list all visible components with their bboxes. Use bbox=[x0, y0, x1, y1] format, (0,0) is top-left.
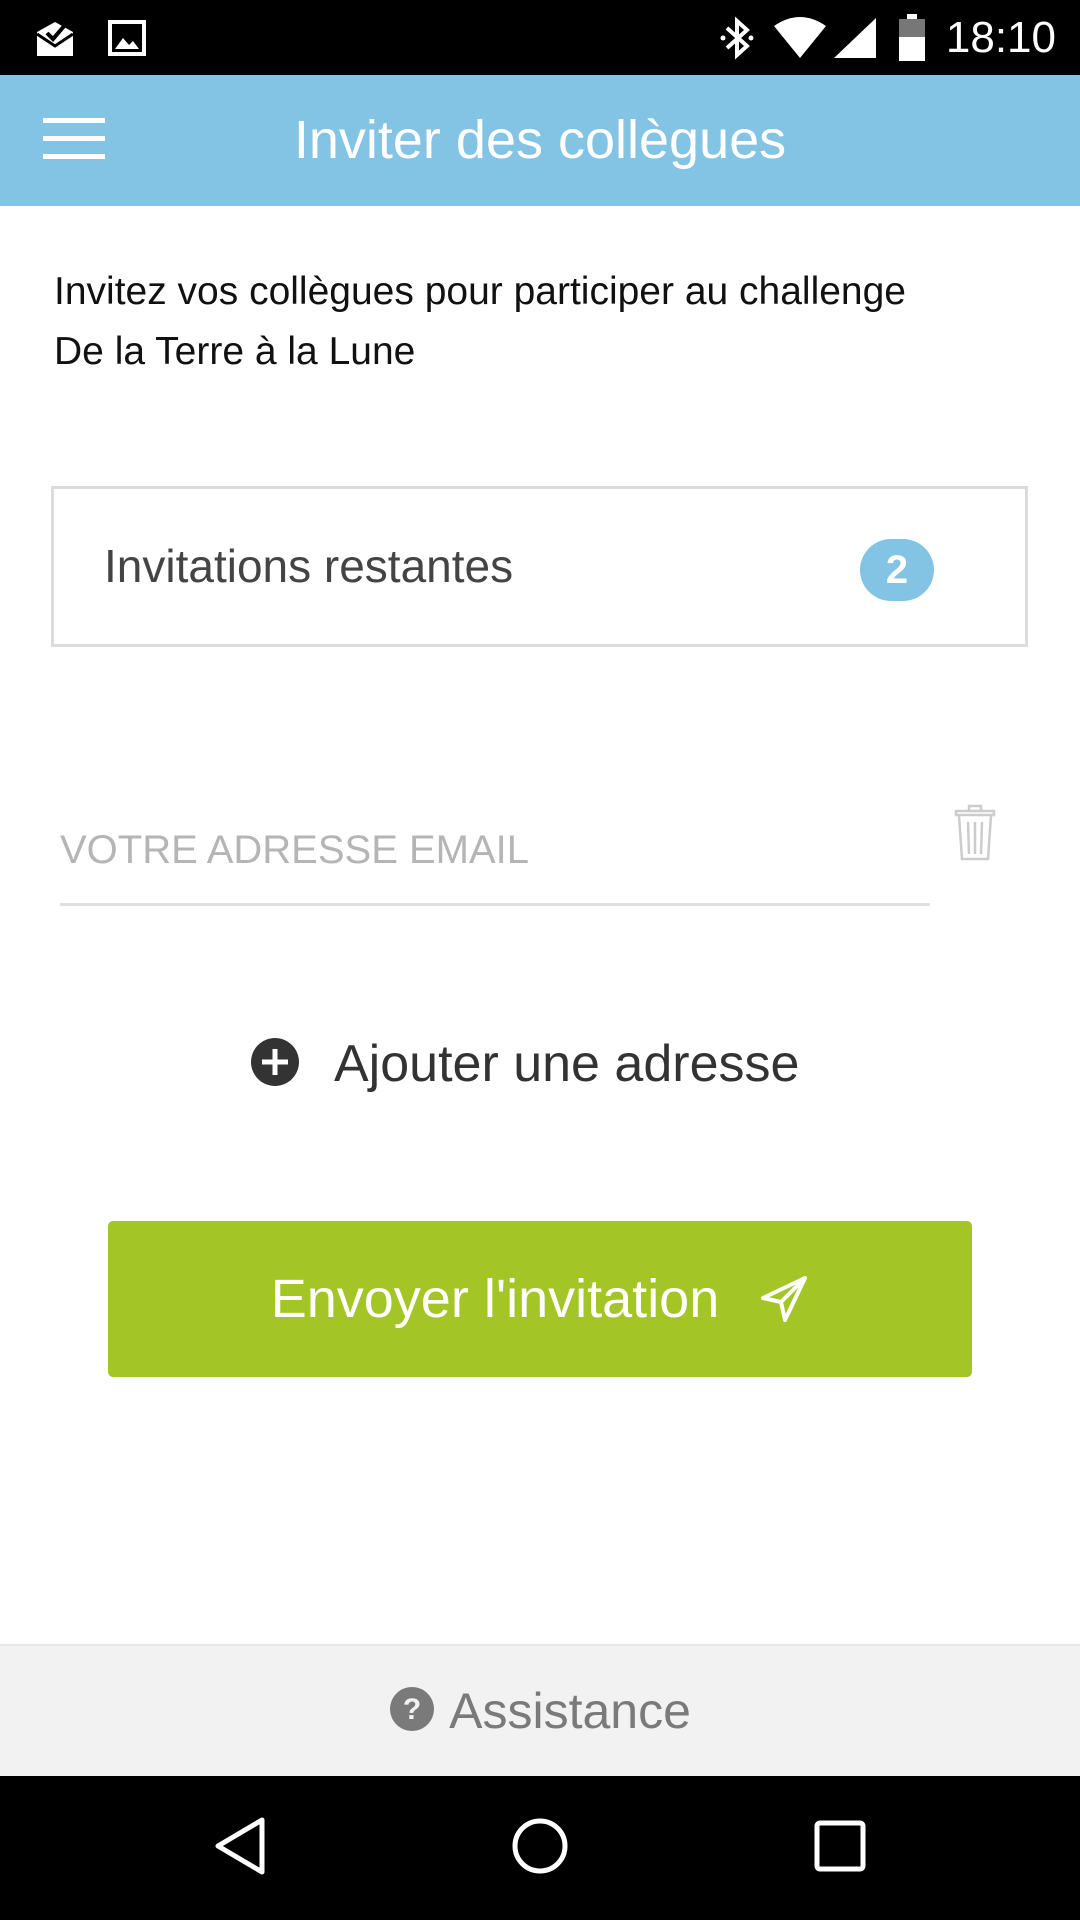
image-icon bbox=[104, 0, 150, 75]
invitations-label: Invitations restantes bbox=[104, 540, 514, 592]
home-icon bbox=[511, 1817, 569, 1880]
add-address-button[interactable]: Ajouter une adresse bbox=[250, 1025, 799, 1103]
menu-button[interactable] bbox=[28, 105, 120, 177]
battery-icon bbox=[892, 0, 932, 75]
send-invitation-label: Envoyer l'invitation bbox=[270, 1269, 720, 1329]
status-bar: 18:10 bbox=[0, 0, 1080, 75]
recents-button[interactable] bbox=[775, 1776, 905, 1920]
mail-check-icon bbox=[30, 0, 80, 75]
bluetooth-icon bbox=[712, 0, 762, 75]
svg-text:?: ? bbox=[403, 1693, 421, 1726]
back-button[interactable] bbox=[175, 1776, 305, 1920]
assistance-label: Assistance bbox=[449, 1683, 691, 1739]
intro-line-1: Invitez vos collègues pour participer au… bbox=[54, 270, 907, 313]
navigation-bar bbox=[0, 1776, 1080, 1920]
plus-circle-icon bbox=[250, 1037, 300, 1092]
invitations-card: Invitations restantes 2 bbox=[51, 486, 1028, 647]
recents-icon bbox=[814, 1820, 866, 1877]
home-button[interactable] bbox=[475, 1776, 605, 1920]
trash-icon bbox=[953, 804, 997, 867]
hamburger-menu-icon bbox=[43, 116, 105, 167]
wifi-icon bbox=[770, 0, 830, 75]
paper-plane-icon bbox=[759, 1274, 809, 1324]
question-circle-icon: ? bbox=[389, 1686, 435, 1737]
assistance-button[interactable]: ? Assistance bbox=[0, 1644, 1080, 1776]
page-title: Inviter des collègues bbox=[293, 110, 787, 170]
intro-line-2: De la Terre à la Lune bbox=[54, 330, 416, 373]
cellular-signal-icon bbox=[830, 0, 880, 75]
add-address-label: Ajouter une adresse bbox=[334, 1035, 800, 1093]
send-invitation-button[interactable]: Envoyer l'invitation bbox=[108, 1221, 972, 1377]
status-time: 18:10 bbox=[945, 13, 1056, 62]
invitations-count-badge: 2 bbox=[860, 539, 934, 601]
email-field-container bbox=[60, 800, 930, 906]
intro-text: Invitez vos collègues pour participer au… bbox=[54, 262, 1014, 382]
email-field[interactable] bbox=[60, 800, 930, 900]
app-bar: Inviter des collègues bbox=[0, 75, 1080, 206]
delete-email-button[interactable] bbox=[950, 800, 1000, 870]
back-icon bbox=[212, 1816, 268, 1881]
